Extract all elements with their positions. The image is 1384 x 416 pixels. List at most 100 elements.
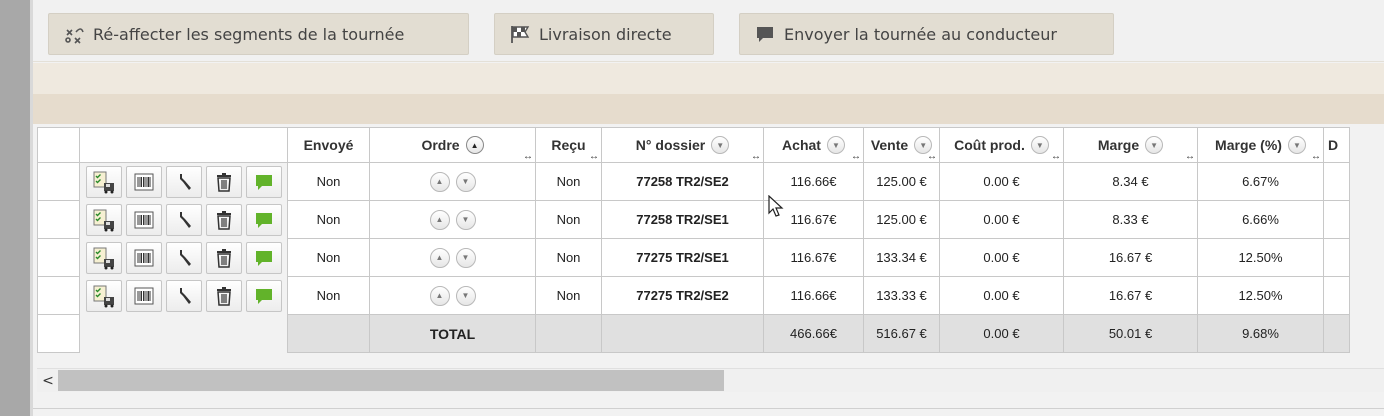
col-recu-label: Reçu — [551, 137, 586, 153]
col-ordre[interactable]: Ordre ▲ ↔ — [369, 127, 536, 163]
row-select-cell[interactable] — [37, 200, 80, 239]
cell-vente: 133.33 € — [863, 276, 940, 315]
horizontal-scrollbar[interactable]: < — [37, 368, 1384, 392]
total-envoye — [287, 314, 370, 353]
cell-marge: 8.33 € — [1063, 200, 1198, 239]
resize-handle-icon[interactable]: ↔ — [589, 152, 599, 162]
checklist-truck-icon[interactable] — [86, 279, 122, 312]
scroll-left-icon[interactable]: < — [39, 371, 57, 391]
comment-icon[interactable] — [246, 203, 282, 236]
col-marge-pct-label: Marge (%) — [1215, 137, 1282, 153]
wrench-icon[interactable] — [166, 203, 202, 236]
wrench-icon[interactable] — [166, 241, 202, 274]
cell-next — [1323, 200, 1350, 239]
cell-dossier[interactable]: 77258 TR2/SE1 — [601, 200, 764, 239]
checklist-truck-icon[interactable] — [86, 203, 122, 236]
move-down-icon[interactable]: ▼ — [455, 171, 476, 192]
checklist-truck-icon[interactable] — [86, 241, 122, 274]
move-down-icon[interactable]: ▼ — [455, 247, 476, 268]
cell-cout: 0.00 € — [939, 162, 1064, 201]
select-all-cell[interactable] — [37, 127, 80, 163]
move-up-icon[interactable]: ▲ — [429, 285, 450, 306]
sort-asc-icon[interactable]: ▲ — [465, 136, 484, 154]
resize-handle-icon[interactable]: ↔ — [1311, 152, 1321, 162]
cell-dossier[interactable]: 77258 TR2/SE2 — [601, 162, 764, 201]
resize-handle-icon[interactable]: ↔ — [851, 152, 861, 162]
total-dossier — [601, 314, 764, 353]
row-select-cell[interactable] — [37, 276, 80, 315]
col-dossier[interactable]: N° dossier ▼ ↔ — [601, 127, 764, 163]
cell-cout: 0.00 € — [939, 276, 1064, 315]
sort-menu-icon[interactable]: ▼ — [1287, 136, 1306, 154]
cell-cout: 0.00 € — [939, 200, 1064, 239]
comment-icon[interactable] — [246, 165, 282, 198]
group-band — [33, 94, 1384, 124]
sort-menu-icon[interactable]: ▼ — [826, 136, 845, 154]
col-marge-label: Marge — [1097, 137, 1140, 153]
trash-icon[interactable] — [206, 165, 242, 198]
sort-menu-icon[interactable]: ▼ — [1030, 136, 1049, 154]
total-marge-pct: 9.68% — [1197, 314, 1324, 353]
sort-menu-icon[interactable]: ▼ — [1145, 136, 1164, 154]
col-achat[interactable]: Achat ▼ ↔ — [763, 127, 864, 163]
move-up-icon[interactable]: ▲ — [429, 209, 450, 230]
col-marge-pct[interactable]: Marge (%) ▼ ↔ — [1197, 127, 1324, 163]
col-vente[interactable]: Vente ▼ ↔ — [863, 127, 940, 163]
row-select-cell[interactable] — [37, 162, 80, 201]
comment-icon[interactable] — [246, 241, 282, 274]
resize-handle-icon[interactable]: ↔ — [523, 152, 533, 162]
resize-handle-icon[interactable]: ↔ — [751, 152, 761, 162]
scrollbar-thumb[interactable] — [58, 370, 724, 391]
col-vente-label: Vente — [870, 137, 909, 153]
cell-envoye: Non — [287, 162, 370, 201]
col-ordre-label: Ordre — [421, 137, 460, 153]
barcode-icon[interactable] — [126, 165, 162, 198]
barcode-icon[interactable] — [126, 241, 162, 274]
move-up-icon[interactable]: ▲ — [429, 171, 450, 192]
actions-header — [79, 127, 288, 163]
col-cout[interactable]: Coût prod. ▼ ↔ — [939, 127, 1064, 163]
trash-icon[interactable] — [206, 203, 242, 236]
cell-ordre: ▲ ▼ — [369, 162, 536, 201]
cell-envoye: Non — [287, 200, 370, 239]
col-next-label: D — [1328, 137, 1339, 153]
cell-dossier[interactable]: 77275 TR2/SE1 — [601, 238, 764, 277]
speech-bubble-icon — [754, 23, 776, 45]
wrench-icon[interactable] — [166, 279, 202, 312]
total-achat: 466.66€ — [763, 314, 864, 353]
total-recu — [535, 314, 602, 353]
cell-recu: Non — [535, 200, 602, 239]
cell-envoye: Non — [287, 276, 370, 315]
sort-menu-icon[interactable]: ▼ — [711, 136, 730, 154]
total-vente: 516.67 € — [863, 314, 940, 353]
barcode-icon[interactable] — [126, 203, 162, 236]
send-tour-button[interactable]: Envoyer la tournée au conducteur — [739, 13, 1114, 55]
reassign-segments-button[interactable]: Ré-affecter les segments de la tournée — [48, 13, 469, 55]
col-envoye-label: Envoyé — [303, 137, 354, 153]
cell-dossier[interactable]: 77275 TR2/SE2 — [601, 276, 764, 315]
resize-handle-icon[interactable]: ↔ — [927, 152, 937, 162]
cell-recu: Non — [535, 162, 602, 201]
col-envoye[interactable]: Envoyé — [287, 127, 370, 163]
col-next[interactable]: D — [1323, 127, 1350, 163]
col-marge[interactable]: Marge ▼ ↔ — [1063, 127, 1198, 163]
trash-icon[interactable] — [206, 279, 242, 312]
checklist-truck-icon[interactable] — [86, 165, 122, 198]
total-select-cell[interactable] — [37, 314, 80, 353]
row-select-cell[interactable] — [37, 238, 80, 277]
move-down-icon[interactable]: ▼ — [455, 209, 476, 230]
resize-handle-icon[interactable]: ↔ — [1051, 152, 1061, 162]
move-up-icon[interactable]: ▲ — [429, 247, 450, 268]
checkered-flag-icon — [509, 23, 531, 45]
trash-icon[interactable] — [206, 241, 242, 274]
direct-delivery-button[interactable]: Livraison directe — [494, 13, 714, 55]
cell-marge: 8.34 € — [1063, 162, 1198, 201]
panel-bottom-border — [33, 408, 1384, 409]
wrench-icon[interactable] — [166, 165, 202, 198]
move-down-icon[interactable]: ▼ — [455, 285, 476, 306]
comment-icon[interactable] — [246, 279, 282, 312]
resize-handle-icon[interactable]: ↔ — [1185, 152, 1195, 162]
cell-next — [1323, 162, 1350, 201]
barcode-icon[interactable] — [126, 279, 162, 312]
col-recu[interactable]: Reçu ↔ — [535, 127, 602, 163]
